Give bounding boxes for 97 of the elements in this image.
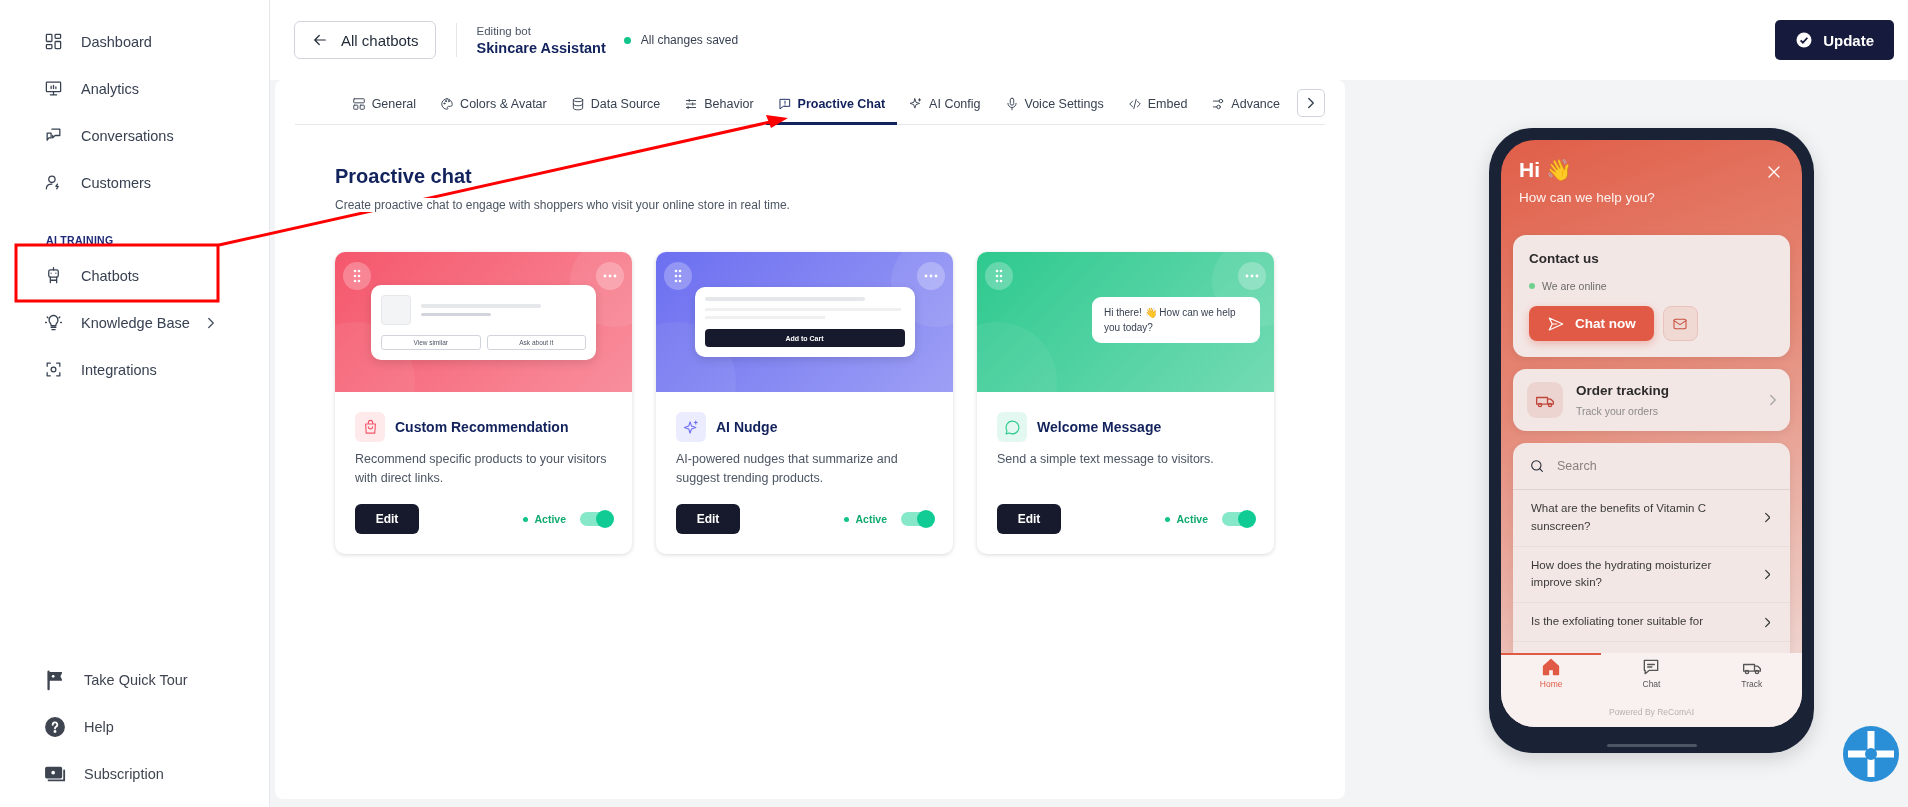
card-title: AI Nudge <box>716 419 778 435</box>
widget-greeting: Hi 👋 <box>1519 158 1572 182</box>
sparkle-icon <box>909 97 924 111</box>
tab[interactable]: Voice Settings <box>992 97 1116 125</box>
nav-tab[interactable]: Chat <box>1601 655 1702 703</box>
search-icon <box>1529 458 1545 474</box>
help-icon <box>44 715 66 738</box>
card-description: AI-powered nudges that summarize and suggest trending products. <box>676 451 899 488</box>
editing-label: Editing bot <box>476 24 532 37</box>
monitor-icon <box>44 79 63 98</box>
toggle-switch[interactable] <box>580 512 612 526</box>
nav-tab[interactable]: Track <box>1701 655 1802 703</box>
grid-icon <box>44 32 63 51</box>
page-title: Proactive chat <box>335 165 473 188</box>
status-dot <box>623 36 631 44</box>
drag-handle-icon[interactable] <box>985 262 1013 290</box>
save-status: All changes saved <box>640 33 739 47</box>
tab[interactable]: Behavior <box>672 97 766 125</box>
chevron-icon <box>1764 616 1770 628</box>
sidebar-item[interactable]: Take Quick Tour <box>0 656 269 703</box>
message-preview: Hi there! 👋 How can we help you today? <box>1092 297 1260 343</box>
sidebar-item[interactable]: Subscription <box>0 750 269 797</box>
database-icon <box>570 97 585 111</box>
palette-icon <box>440 97 455 111</box>
toggle-switch[interactable] <box>1222 512 1254 526</box>
back-button[interactable]: All chatbots <box>294 21 436 59</box>
online-status: We are online <box>1542 280 1607 292</box>
sidebar-item[interactable]: Customers <box>0 159 269 206</box>
order-title: Order tracking <box>1576 383 1670 398</box>
drag-handle-icon[interactable] <box>664 262 692 290</box>
search-field[interactable]: Search <box>1557 459 1717 473</box>
online-dot <box>1529 283 1535 289</box>
sparkle-icon <box>676 412 706 442</box>
edit-button[interactable]: Edit <box>676 504 740 534</box>
code-icon <box>1127 97 1142 111</box>
chat-icon <box>997 412 1027 442</box>
sidebar-item[interactable]: Dashboard <box>0 18 269 65</box>
tab[interactable]: General <box>339 97 429 125</box>
more-icon[interactable] <box>1238 262 1266 290</box>
scroll-right-button[interactable] <box>1297 89 1325 117</box>
sidebar-item[interactable]: Conversations <box>0 112 269 159</box>
chat-now-button[interactable]: Chat now <box>1529 306 1654 341</box>
sidebar-item[interactable]: Chatbots <box>0 252 269 299</box>
sidebar-item[interactable]: Integrations <box>0 346 269 393</box>
card-description: Recommend specific products to your visitors with direct links. <box>355 451 608 488</box>
more-icon[interactable] <box>596 262 624 290</box>
home-icon <box>1541 657 1562 677</box>
chevron-icon <box>1764 568 1770 580</box>
tab[interactable]: Data Source <box>558 97 673 125</box>
tab[interactable]: Embed <box>1115 97 1200 125</box>
status-label: Active <box>855 513 887 525</box>
message-alert-icon <box>777 97 792 111</box>
sidebar-item[interactable]: Analytics <box>0 65 269 112</box>
check-icon <box>1795 31 1814 49</box>
update-button[interactable]: Update <box>1775 20 1894 60</box>
truck-icon <box>1527 382 1563 418</box>
status-label: Active <box>534 513 566 525</box>
faq-item[interactable]: Is the exfoliating toner suitable for <box>1513 603 1790 643</box>
more-icon[interactable] <box>917 262 945 290</box>
email-button[interactable] <box>1662 306 1698 341</box>
chevron-icon <box>1764 512 1770 524</box>
toggles-icon <box>1211 97 1226 111</box>
section-label: AI TRAINING <box>45 233 115 248</box>
microphone-icon <box>1004 97 1019 111</box>
bot-name: Skincare Assistant <box>476 39 606 56</box>
order-tracking-card[interactable]: Order tracking Track your orders <box>1513 369 1790 431</box>
page-subtitle: Create proactive chat to engage with shoppers who visit your online store in real time. <box>335 198 790 212</box>
card-title: Custom Recommendation <box>395 419 569 435</box>
lightbulb-icon <box>44 313 63 332</box>
sliders-icon <box>684 97 699 111</box>
contact-title: Contact us <box>1529 251 1600 266</box>
toggle-switch[interactable] <box>901 512 933 526</box>
edit-button[interactable]: Edit <box>355 504 419 534</box>
faq-item[interactable]: How does the hydrating moisturizer improve skin? <box>1513 546 1790 604</box>
plus-logo-icon[interactable] <box>1842 725 1900 783</box>
chevron-icon <box>1770 394 1776 406</box>
tab[interactable]: Advance <box>1199 97 1292 125</box>
send-icon <box>1547 314 1565 333</box>
layout-icon <box>351 97 366 111</box>
widget-subtitle: How can we help you? <box>1519 190 1656 205</box>
card-description: Send a simple text message to visitors. <box>997 451 1215 468</box>
status-label: Active <box>1176 513 1208 525</box>
tab[interactable]: AI Config <box>897 97 993 125</box>
edit-button[interactable]: Edit <box>997 504 1061 534</box>
scan-icon <box>44 360 63 379</box>
drag-handle-icon[interactable] <box>343 262 371 290</box>
order-subtitle: Track your orders <box>1576 405 1659 417</box>
faq-item[interactable]: What are the benefits of Vitamin C sunscreen? <box>1513 490 1790 547</box>
powered-by: Powered By ReComAI <box>1501 703 1802 727</box>
sidebar-item[interactable]: Help <box>0 703 269 750</box>
card-title: Welcome Message <box>1037 419 1162 435</box>
chevron-icon <box>1308 97 1314 109</box>
image-placeholder <box>381 294 411 325</box>
bag-icon <box>355 412 385 442</box>
sidebar-item[interactable]: Knowledge Base <box>0 299 269 346</box>
tab[interactable]: Colors & Avatar <box>428 97 559 125</box>
placeholder-line <box>421 312 491 316</box>
